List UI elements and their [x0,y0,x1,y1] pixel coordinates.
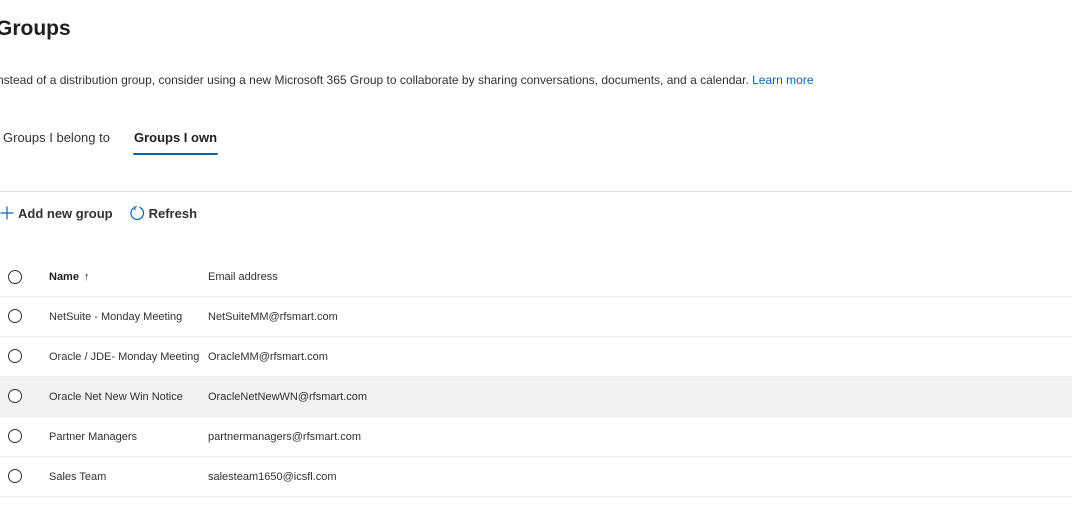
group-email: OracleNetNewWN@rfsmart.com [208,390,368,403]
page-title: Groups [0,17,71,40]
group-tabs: Groups I belong to Groups I own [0,118,219,162]
group-name[interactable]: Oracle Net New Win Notice [49,377,204,416]
row-select-radio[interactable] [8,469,22,483]
learn-more-link[interactable]: Learn more [752,73,813,87]
intro-message: nstead of a distribution group, consider… [0,73,749,87]
tab-groups-i-own[interactable]: Groups I own [132,118,219,162]
name-column-header[interactable]: Name ↑ [49,258,204,296]
refresh-label: Refresh [148,205,198,221]
intro-text: nstead of a distribution group, consider… [0,73,814,87]
table-row[interactable]: Oracle / JDE- Monday Meeting OracleMM@rf… [0,337,1072,377]
select-all-radio[interactable] [8,270,22,284]
groups-page: Groups nstead of a distribution group, c… [0,0,1072,525]
group-email: partnermanagers@rfsmart.com [208,430,361,443]
refresh-button[interactable]: Refresh [129,205,197,222]
arrow-up-icon: ↑ [83,271,90,283]
refresh-icon [129,205,149,222]
row-select-radio[interactable] [8,389,22,403]
row-select-radio[interactable] [8,309,22,323]
section-divider [0,191,1072,192]
table-header-row: Name ↑ Email address [0,258,1072,297]
groups-table: Name ↑ Email address NetSuite - Monday M… [0,258,1072,497]
group-email: OracleMM@rfsmart.com [208,350,328,363]
row-select-radio[interactable] [8,349,22,363]
group-name[interactable]: Sales Team [49,457,204,496]
plus-icon [0,206,18,220]
name-column-label: Name [49,271,79,283]
group-name[interactable]: Oracle / JDE- Monday Meeting [49,337,204,376]
table-row[interactable]: NetSuite - Monday Meeting NetSuiteMM@rfs… [0,297,1072,337]
group-name[interactable]: NetSuite - Monday Meeting [49,297,204,336]
add-new-group-button[interactable]: Add new group [0,206,113,221]
email-column-header[interactable]: Email address [208,258,608,296]
table-row[interactable]: Oracle Net New Win Notice OracleNetNewWN… [0,377,1072,417]
table-row[interactable]: Sales Team salesteam1650@icsfl.com [0,457,1072,497]
group-email: salesteam1650@icsfl.com [208,470,337,483]
group-name[interactable]: Partner Managers [49,417,204,456]
tab-groups-i-belong-to[interactable]: Groups I belong to [3,118,110,162]
command-bar: Add new group Refresh [0,202,197,224]
table-row[interactable]: Partner Managers partnermanagers@rfsmart… [0,417,1072,457]
group-email: NetSuiteMM@rfsmart.com [208,310,338,323]
add-new-group-label: Add new group [18,205,113,221]
row-select-radio[interactable] [8,429,22,443]
